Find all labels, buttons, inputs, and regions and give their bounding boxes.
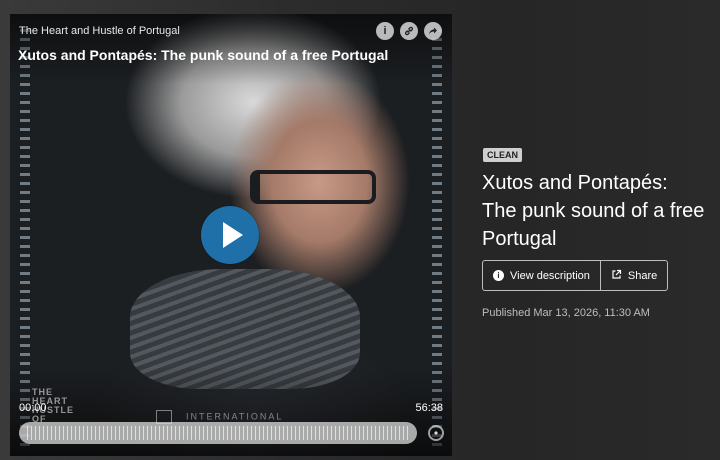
share-label: Share: [627, 269, 658, 282]
info-circle-icon: i: [493, 270, 504, 281]
view-description-button[interactable]: i View description: [483, 261, 600, 290]
external-share-icon: [611, 269, 622, 283]
progress-waveform[interactable]: [19, 422, 417, 444]
published-date: Published Mar 13, 2026, 11:30 AM: [482, 307, 650, 319]
artwork-glasses: [250, 170, 376, 204]
playback-settings-icon[interactable]: [428, 425, 444, 441]
clean-badge: CLEAN: [483, 148, 522, 162]
link-icon[interactable]: [400, 22, 418, 40]
current-time: 00:00: [19, 402, 47, 414]
details-actions: i View description Share: [482, 260, 669, 291]
show-name[interactable]: The Heart and Hustle of Portugal: [19, 25, 180, 37]
view-description-label: View description: [510, 269, 590, 282]
waveform-bars: [27, 426, 409, 440]
details-title: Xutos and Pontapés: The punk sound of a …: [482, 172, 705, 250]
info-icon[interactable]: i: [376, 22, 394, 40]
total-duration: 56:38: [415, 402, 443, 414]
play-icon: [222, 222, 243, 248]
play-button[interactable]: [201, 206, 259, 264]
player-actions: i: [376, 22, 442, 40]
share-button[interactable]: Share: [599, 261, 667, 290]
share-icon[interactable]: [424, 22, 442, 40]
podcast-player: The Heart and Hustle of Portugal Xutos a…: [10, 14, 452, 456]
episode-title[interactable]: Xutos and Pontapés: The punk sound of a …: [18, 47, 388, 63]
